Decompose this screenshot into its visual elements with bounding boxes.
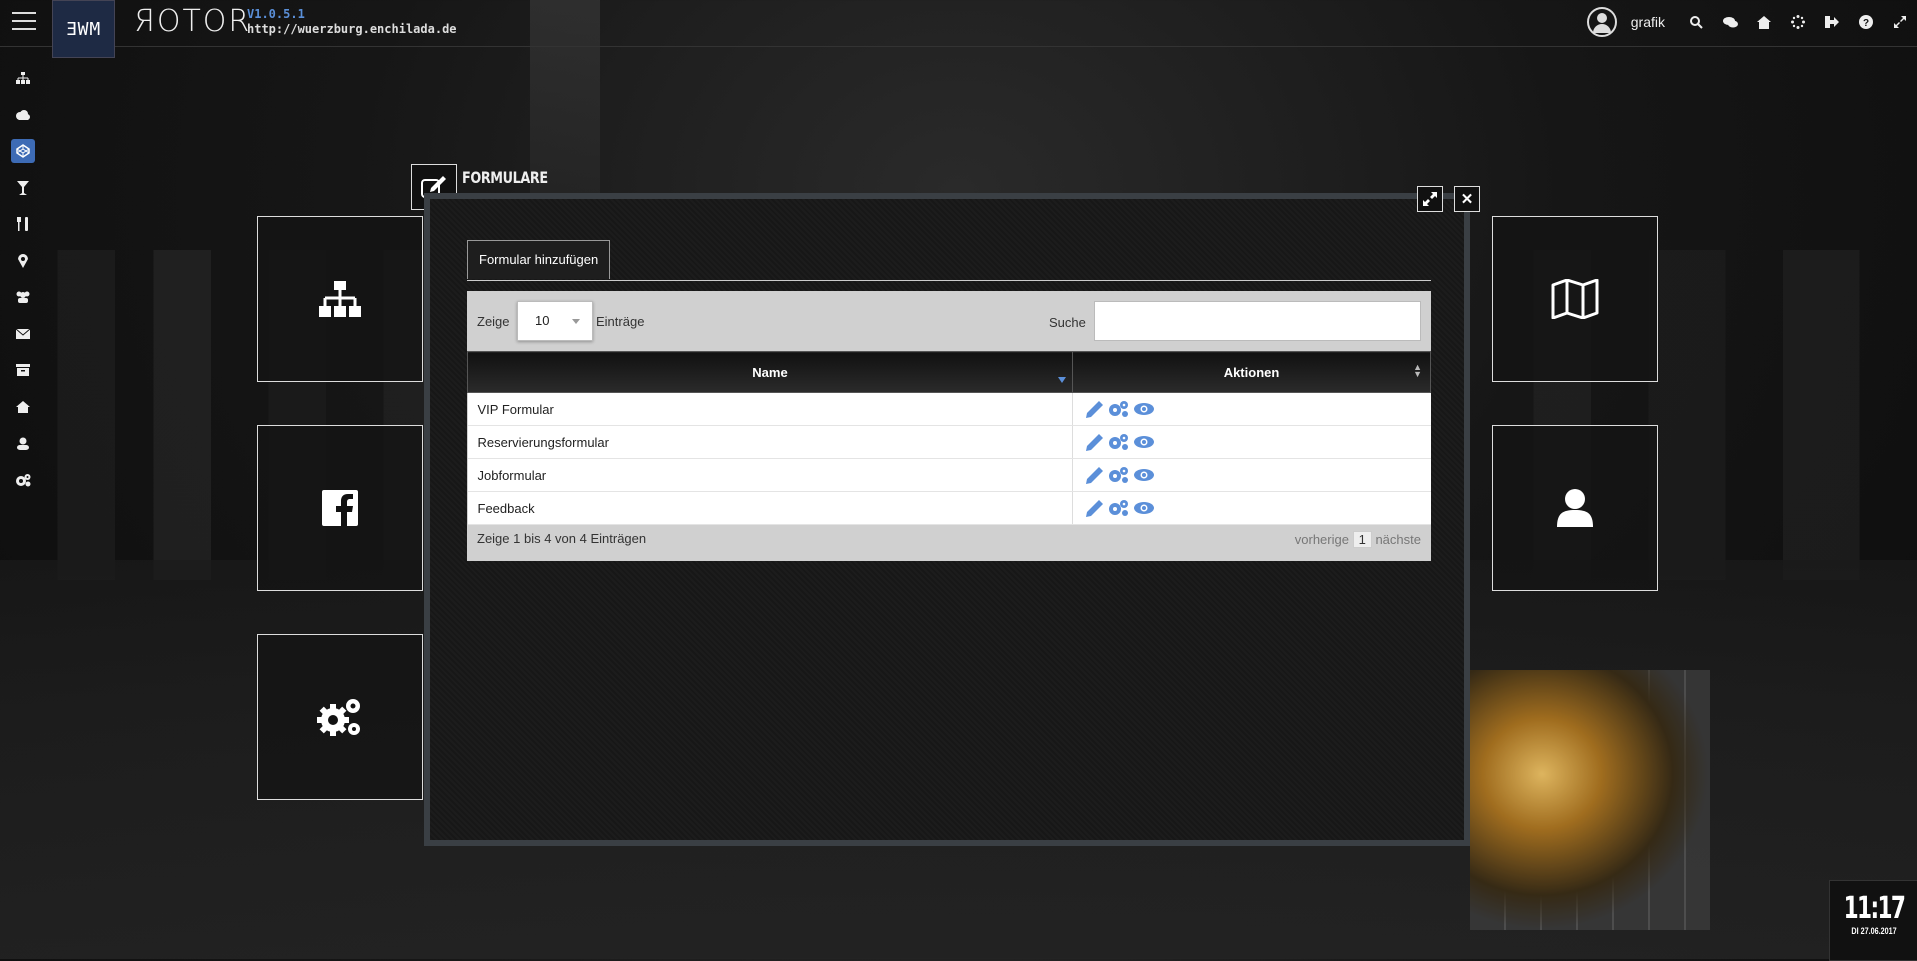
cogs-icon[interactable] [1108, 499, 1130, 517]
sidebar-item-user[interactable] [0, 425, 46, 462]
logout-icon[interactable] [1815, 0, 1849, 44]
spinner-icon[interactable] [1781, 0, 1815, 44]
form-name: Jobformular [467, 458, 1073, 492]
row-actions [1072, 392, 1431, 426]
sidebar-item-envelope[interactable] [0, 316, 46, 353]
form-name: VIP Formular [467, 392, 1073, 426]
row-actions [1072, 458, 1431, 492]
forms-table: Name Aktionen ▲ ▼ VIP Formular Reservierun… [467, 351, 1431, 525]
sidebar-item-cutlery[interactable] [0, 206, 46, 243]
modal-title: FORMULARE [462, 168, 548, 187]
tile-user[interactable] [1492, 425, 1658, 591]
cogs-icon[interactable] [1108, 400, 1130, 418]
cogs-icon[interactable] [1108, 433, 1130, 451]
pencil-icon[interactable] [1083, 499, 1105, 517]
tile-map[interactable] [1492, 216, 1658, 382]
page-size-select[interactable]: 10 [517, 301, 593, 341]
pencil-icon[interactable] [1083, 400, 1105, 418]
version-label: V1.0.5.1 [247, 7, 305, 21]
eye-icon[interactable] [1133, 466, 1155, 484]
map-icon [1551, 279, 1599, 319]
clock-time: 11:17 [1843, 891, 1906, 926]
sidebar-item-cloud[interactable] [0, 97, 46, 134]
sidebar-item-home[interactable] [0, 389, 46, 426]
column-header-actions[interactable]: Aktionen ▲ ▼ [1072, 351, 1431, 393]
show-label: Zeige [477, 314, 510, 329]
modal-tabbar: Formular hinzufügen [467, 240, 1431, 281]
datatable-footer: Zeige 1 bis 4 von 4 Einträgen vorherige … [467, 518, 1431, 561]
column-header-name[interactable]: Name [467, 351, 1073, 393]
clock-date: DI 27.06.2017 [1851, 926, 1897, 936]
sort-icon: ▲ ▼ [1413, 362, 1422, 379]
sort-desc-icon [1058, 377, 1066, 383]
cogs-icon[interactable] [1108, 466, 1130, 484]
eye-icon[interactable] [1133, 400, 1155, 418]
search-input[interactable] [1094, 301, 1421, 341]
tile-facebook[interactable] [257, 425, 423, 591]
search-icon[interactable] [1679, 0, 1713, 44]
sidebar-item-users[interactable] [0, 279, 46, 316]
entries-label: Einträge [596, 314, 645, 329]
pencil-icon[interactable] [1083, 466, 1105, 484]
sidebar-item-sitemap[interactable] [0, 60, 46, 97]
sidebar-item-cocktail[interactable] [0, 170, 46, 207]
page-button-current[interactable]: 1 [1352, 531, 1372, 548]
table-row: VIP Formular [467, 392, 1431, 426]
sidebar-item-archive[interactable] [0, 352, 46, 389]
hamburger-menu-button[interactable] [12, 12, 36, 32]
username[interactable]: grafik [1631, 14, 1665, 30]
avatar-icon[interactable] [1586, 7, 1617, 37]
fullscreen-icon[interactable] [1883, 0, 1917, 44]
svg-text:?: ? [1863, 18, 1869, 29]
eye-icon[interactable] [1133, 499, 1155, 517]
tile-sitemap[interactable] [257, 216, 423, 382]
logo-text: ƎWM [65, 18, 102, 40]
home-icon[interactable] [1747, 0, 1781, 44]
clock-widget: 11:17 DI 27.06.2017 [1829, 880, 1917, 961]
cogs-icon [317, 699, 360, 736]
maximize-icon[interactable] [1417, 186, 1443, 212]
background-cube [1470, 670, 1710, 930]
pagination: vorherige 1 nächste [1295, 531, 1421, 548]
logo[interactable]: ƎWM [52, 0, 115, 58]
search-label: Suche [1049, 315, 1086, 330]
page-size-value: 10 [535, 313, 550, 328]
column-header-label: Aktionen [1223, 364, 1280, 380]
row-actions [1072, 425, 1431, 459]
brand-name: ЯOTOR [134, 4, 252, 39]
chevron-down-icon [572, 319, 580, 324]
chat-icon[interactable] [1713, 0, 1747, 44]
column-header-label: Name [752, 364, 788, 380]
top-bar: ƎWM ЯOTOR V1.0.5.1 http://wuerzburg.ench… [0, 0, 1917, 58]
sidebar-item-cogs[interactable] [0, 462, 46, 499]
tile-settings[interactable] [257, 634, 423, 800]
site-url: http://wuerzburg.enchilada.de [247, 22, 457, 36]
sitemap-icon [319, 281, 361, 317]
table-row: Jobformular [467, 458, 1431, 492]
eye-icon[interactable] [1133, 433, 1155, 451]
form-name: Reservierungsformular [467, 425, 1073, 459]
prev-page-button[interactable]: vorherige [1295, 532, 1349, 547]
table-info: Zeige 1 bis 4 von 4 Einträgen [477, 531, 647, 546]
sidebar-item-map-marker[interactable] [0, 243, 46, 280]
user-icon [1557, 489, 1593, 527]
forms-datatable: Zeige 10 Einträge Suche Name Aktionen ▲ ▼… [467, 291, 1431, 561]
pencil-icon[interactable] [1083, 433, 1105, 451]
next-page-button[interactable]: nächste [1375, 532, 1421, 547]
sidebar-item-codepen[interactable] [0, 133, 46, 170]
facebook-icon [322, 490, 358, 526]
close-icon[interactable]: ✕ [1454, 186, 1480, 212]
tab-add-form[interactable]: Formular hinzufügen [467, 240, 611, 279]
user-toolbar: grafik ? [1586, 0, 1917, 44]
help-icon[interactable]: ? [1849, 0, 1883, 44]
datatable-toolbar: Zeige 10 Einträge Suche [467, 291, 1431, 351]
left-sidebar [0, 60, 46, 498]
table-row: Reservierungsformular [467, 425, 1431, 459]
